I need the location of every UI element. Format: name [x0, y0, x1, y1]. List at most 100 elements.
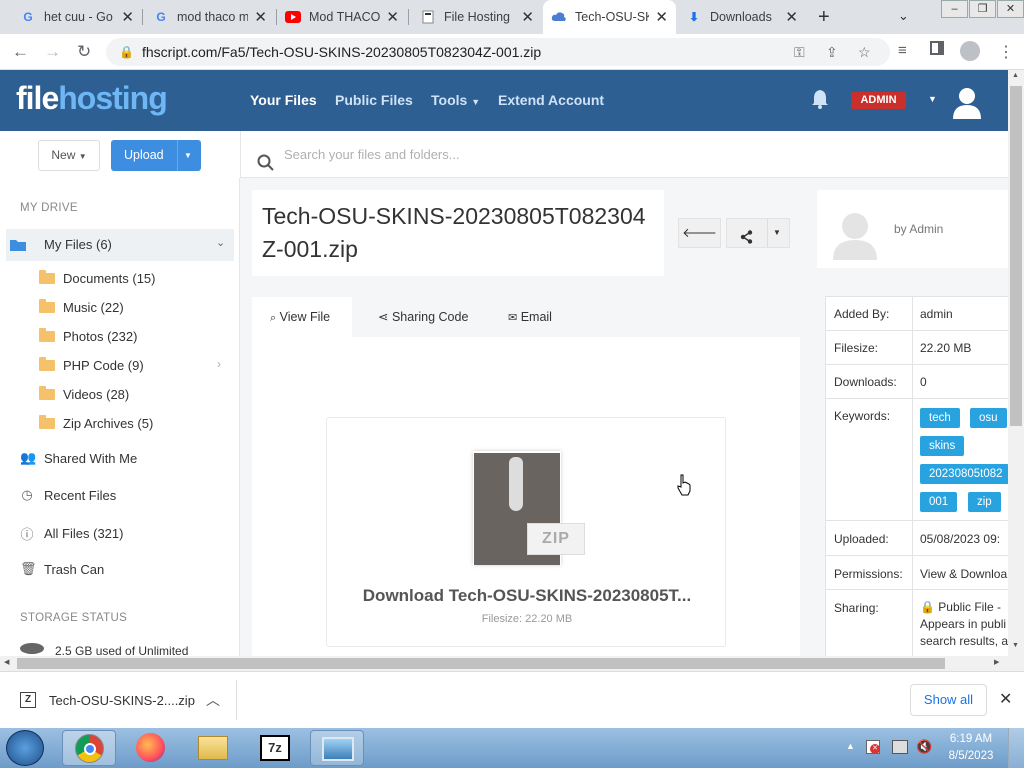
- network-icon[interactable]: [892, 740, 908, 754]
- sidebar-folder-videos[interactable]: Videos (28): [39, 386, 129, 402]
- taskbar-7zip[interactable]: 7z: [248, 730, 302, 766]
- browser-tab[interactable]: G mod thaco m ✕: [145, 0, 275, 34]
- minimize-icon[interactable]: –: [941, 0, 968, 18]
- bell-icon[interactable]: [810, 88, 830, 113]
- keyword-tag[interactable]: 20230805t082: [920, 464, 1009, 484]
- upload-caret-icon[interactable]: ▼: [184, 140, 192, 171]
- share-page-icon[interactable]: ⇪: [826, 38, 838, 66]
- forward-icon[interactable]: →: [44, 42, 61, 62]
- sidebar-item-shared[interactable]: 👥 Shared With Me: [20, 450, 137, 466]
- new-tab-icon[interactable]: +: [818, 6, 830, 29]
- keyword-tag[interactable]: osu: [970, 408, 1007, 428]
- new-button[interactable]: New ▼: [38, 140, 100, 171]
- download-card[interactable]: ZIP Download Tech-OSU-SKINS-20230805T...…: [326, 417, 726, 647]
- bookmark-star-icon[interactable]: ☆: [858, 38, 871, 66]
- scroll-thumb[interactable]: [1010, 86, 1022, 426]
- close-window-icon[interactable]: ✕: [997, 0, 1024, 18]
- close-tab-icon[interactable]: ✕: [521, 8, 534, 26]
- close-tab-icon[interactable]: ✕: [386, 8, 399, 26]
- taskbar-photo-viewer[interactable]: [310, 730, 364, 766]
- search-bar[interactable]: Search your files and folders...: [240, 131, 1008, 178]
- chevron-up-icon[interactable]: ︿: [206, 690, 220, 710]
- upload-button[interactable]: Upload ▼: [111, 140, 201, 171]
- browser-tab[interactable]: Mod THACO ✕: [277, 0, 407, 34]
- user-avatar-icon[interactable]: [951, 85, 983, 122]
- nav-tools[interactable]: Tools ▼: [431, 92, 480, 108]
- share-caret-icon[interactable]: ▼: [773, 219, 781, 247]
- horizontal-scrollbar[interactable]: ◀ ▶: [0, 656, 1024, 671]
- clock-time[interactable]: 6:19 AM: [946, 733, 996, 745]
- side-panel-icon[interactable]: [930, 41, 944, 55]
- clock-date[interactable]: 8/5/2023: [946, 750, 996, 762]
- taskbar-explorer[interactable]: [186, 730, 240, 766]
- keyword-tag[interactable]: skins: [920, 436, 965, 456]
- keyword-tag[interactable]: 001: [920, 492, 958, 512]
- reading-list-icon[interactable]: ≡: [898, 42, 907, 59]
- sidebar-folder-music[interactable]: Music (22): [39, 299, 124, 315]
- speaker-muted-icon[interactable]: 🔇: [916, 739, 932, 755]
- search-input[interactable]: Search your files and folders...: [284, 147, 460, 162]
- scroll-right-icon[interactable]: ▶: [994, 658, 999, 666]
- browser-tab-active[interactable]: Tech-OSU-SK ✕: [543, 0, 676, 34]
- show-desktop-button[interactable]: [1008, 728, 1024, 768]
- sidebar-item-all-files[interactable]: ⓘ All Files (321): [20, 524, 123, 543]
- chevron-down-icon[interactable]: ⌄: [216, 236, 225, 249]
- back-icon[interactable]: ←: [12, 42, 29, 62]
- start-button-icon[interactable]: [6, 730, 44, 766]
- tab-view-file[interactable]: ⌕ View File: [252, 297, 352, 337]
- download-filename[interactable]: Tech-OSU-SKINS-2....zip: [49, 693, 195, 708]
- sidebar-folder-zip-archives[interactable]: Zip Archives (5): [39, 415, 153, 431]
- key-icon[interactable]: ⚿: [794, 38, 805, 66]
- sidebar-folder-php-code[interactable]: PHP Code (9): [39, 357, 144, 373]
- browser-tab[interactable]: File Hosting ✕: [412, 0, 542, 34]
- google-icon: G: [156, 10, 166, 24]
- sidebar-item-recent[interactable]: ◷ Recent Files: [20, 487, 116, 503]
- sidebar-folder-photos[interactable]: Photos (232): [39, 328, 137, 344]
- close-downloads-icon[interactable]: ✕: [999, 689, 1012, 709]
- filehosting-icon: [420, 9, 436, 25]
- vertical-scrollbar[interactable]: ▲ ▼: [1008, 70, 1024, 656]
- taskbar-firefox[interactable]: [124, 730, 178, 766]
- scroll-thumb[interactable]: [17, 658, 945, 669]
- scroll-left-icon[interactable]: ◀: [4, 658, 9, 666]
- nav-your-files[interactable]: Your Files: [250, 92, 317, 108]
- maximize-icon[interactable]: ❐: [969, 0, 996, 18]
- scroll-up-icon[interactable]: ▲: [1012, 72, 1019, 79]
- tray-expand-icon[interactable]: ▲: [846, 741, 855, 751]
- divider: [912, 521, 913, 556]
- chevron-right-icon[interactable]: ›: [217, 357, 221, 371]
- url-bar[interactable]: 🔒 fhscript.com/Fa5/Tech-OSU-SKINS-202308…: [106, 38, 890, 66]
- taskbar-chrome[interactable]: [62, 730, 116, 766]
- chrome-menu-icon[interactable]: ⋮: [998, 42, 1014, 62]
- 7zip-icon: 7z: [260, 735, 290, 761]
- lock-icon[interactable]: 🔒: [119, 38, 134, 66]
- envelope-icon: ✉: [508, 312, 518, 324]
- site-logo[interactable]: filehosting: [16, 80, 168, 117]
- download-link[interactable]: Download Tech-OSU-SKINS-20230805T...: [327, 586, 727, 606]
- close-tab-icon[interactable]: ✕: [785, 8, 798, 26]
- reload-icon[interactable]: ↻: [77, 42, 91, 62]
- close-tab-icon[interactable]: ✕: [254, 8, 267, 26]
- show-all-button[interactable]: Show all: [910, 684, 987, 716]
- tab-email[interactable]: ✉ Email: [508, 297, 552, 337]
- sidebar-folder-documents[interactable]: Documents (15): [39, 270, 155, 286]
- sidebar-item-trash[interactable]: 🗑 Trash Can: [20, 561, 104, 577]
- share-button[interactable]: ▼: [726, 218, 790, 248]
- close-tab-icon[interactable]: ✕: [655, 8, 668, 26]
- nav-public-files[interactable]: Public Files: [335, 92, 413, 108]
- profile-avatar-icon[interactable]: [960, 41, 980, 61]
- scroll-down-icon[interactable]: ▼: [1012, 642, 1019, 649]
- close-tab-icon[interactable]: ✕: [121, 8, 134, 26]
- keyword-tag[interactable]: zip: [968, 492, 1001, 512]
- tab-search-chevron-icon[interactable]: ⌄: [898, 8, 909, 24]
- keyword-tag[interactable]: tech: [920, 408, 960, 428]
- tab-sharing-code[interactable]: ⋖ Sharing Code: [378, 297, 468, 337]
- admin-badge[interactable]: ADMIN: [851, 92, 906, 109]
- url-text: fhscript.com/Fa5/Tech-OSU-SKINS-20230805…: [142, 44, 542, 60]
- back-arrow-button[interactable]: 🡐: [678, 218, 721, 248]
- browser-tab[interactable]: ⬇ Downloads ✕: [678, 0, 806, 34]
- user-dropdown-caret-icon[interactable]: ▼: [928, 94, 937, 104]
- nav-extend-account[interactable]: Extend Account: [498, 92, 604, 108]
- sidebar-item-my-files[interactable]: My Files (6) ⌄: [6, 229, 234, 261]
- browser-tab[interactable]: G het cuu - Go ✕: [12, 0, 142, 34]
